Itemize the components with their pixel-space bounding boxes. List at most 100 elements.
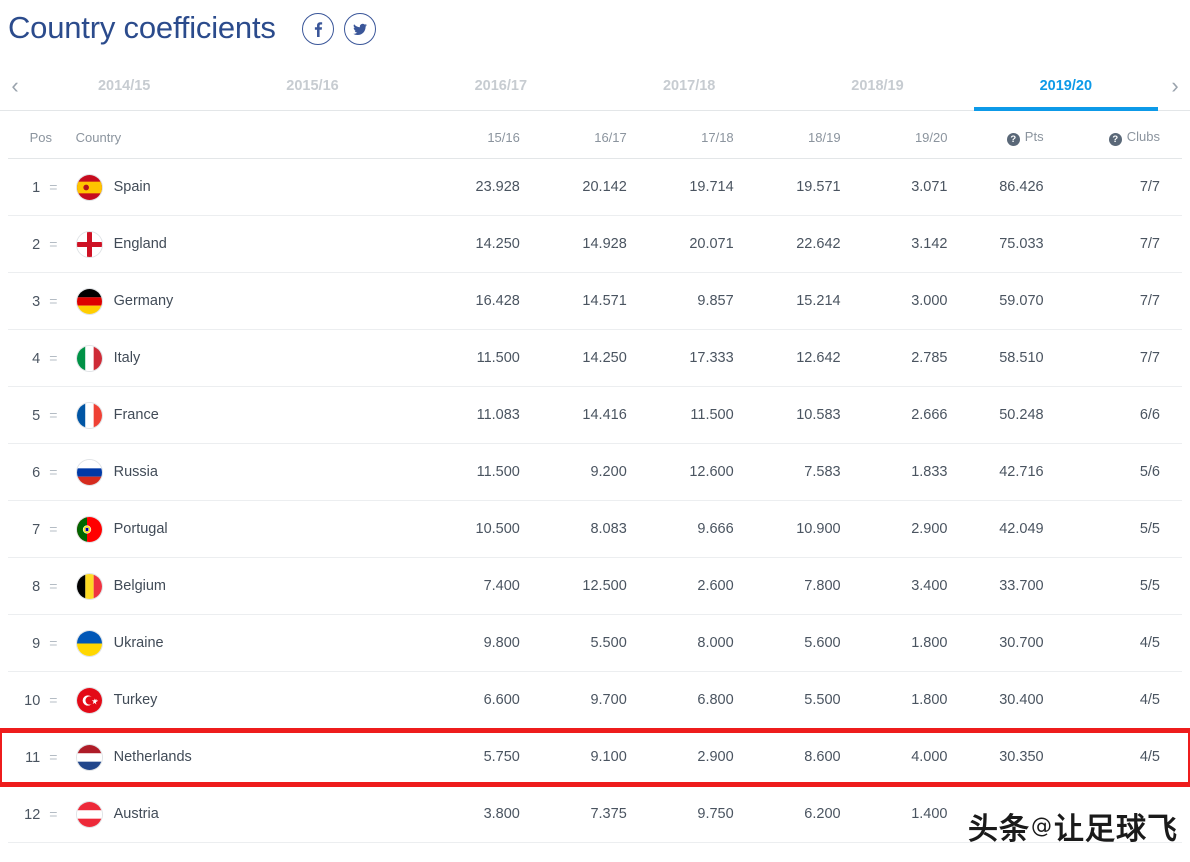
cell-points: 50.248 [957,386,1068,444]
row-country-cell[interactable]: Germany [73,272,423,330]
cell-season-17-18: 19.714 [636,158,744,216]
season-prev-arrow[interactable]: ‹ [0,74,30,97]
position-number: 2 [32,236,41,253]
row-position-cell: 2 = [8,215,74,273]
column-header-15-16[interactable]: 15/16 [422,111,530,159]
column-header-16-17[interactable]: 16/17 [529,111,637,159]
cell-season-17-18: 6.800 [636,671,744,729]
cell-season-17-18: 9.750 [636,785,744,843]
cell-season-19-20: 1.400 [850,785,958,843]
cell-points: 58.510 [957,329,1068,387]
cell-clubs: 5/5 [1067,500,1182,558]
row-country-cell[interactable]: England [73,215,423,273]
cell-season-18-19: 5.600 [743,614,851,672]
cell-season-18-19: 12.642 [743,329,851,387]
cell-season-19-20: 4.000 [850,728,958,786]
cell-clubs: 5/5 [1067,557,1182,615]
country-name: Italy [113,350,141,366]
cell-season-18-19: 15.214 [743,272,851,330]
column-header-pos[interactable]: Pos [8,111,74,159]
cell-clubs: 4/5 [1067,671,1182,729]
season-tab-2014-15[interactable]: 2014/15 [30,61,218,110]
table-header-row: Pos Country 15/16 16/17 17/18 18/19 19/2… [8,111,1182,159]
season-next-arrow[interactable]: › [1160,74,1190,97]
column-header-clubs[interactable]: ? Clubs [1067,111,1182,159]
flag-icon-fr [75,401,103,429]
table-row[interactable]: 5 = France 11.083 14.416 11.500 10.583 2.666 50.… [8,386,1182,444]
cell-season-16-17: 8.083 [529,500,637,558]
cell-season-18-19: 6.200 [743,785,851,843]
table-row[interactable]: 4 = Italy 11.500 14.250 17.333 12.642 2.785 58.5… [8,329,1182,387]
table-row[interactable]: 6 = Russia 11.500 9.200 12.600 7.583 1.833 42.71… [8,443,1182,501]
position-number: 4 [32,350,41,367]
country-name: Germany [113,293,174,309]
flag-icon-es [75,173,103,201]
table-row[interactable]: 3 = Germany 16.428 14.571 9.857 15.214 3.000 59.… [8,272,1182,330]
facebook-share-button[interactable] [301,12,334,45]
row-country-cell[interactable]: Turkey [73,671,423,729]
cell-season-16-17: 14.250 [529,329,637,387]
row-position-cell: 9 = [8,614,74,672]
season-tab-2016-17[interactable]: 2016/17 [407,61,595,110]
table-row[interactable]: 10 = Turkey 6.600 9.700 6.800 5.500 1.800 30.400… [8,671,1182,729]
clubs-header-label: Clubs [1126,129,1160,144]
pts-help-icon[interactable]: ? [1006,133,1020,146]
column-header-18-19[interactable]: 18/19 [743,111,851,159]
clubs-help-icon[interactable]: ? [1108,133,1122,146]
cell-season-19-20: 2.785 [850,329,958,387]
row-country-cell[interactable]: Spain [73,158,423,216]
row-country-cell[interactable]: Portugal [73,500,423,558]
season-tab-2019-20[interactable]: 2019/20 [972,61,1160,111]
cell-season-15-16: 11.500 [422,329,530,387]
season-tab-2017-18[interactable]: 2017/18 [595,61,783,110]
row-country-cell[interactable]: Italy [73,329,423,387]
row-country-cell[interactable]: Ukraine [73,614,423,672]
row-country-cell[interactable]: Austria [73,785,423,843]
twitter-share-button[interactable] [343,12,376,45]
country-name: Ukraine [113,635,164,651]
row-position-cell: 4 = [8,329,74,387]
table-row[interactable]: 2 = England 14.250 14.928 20.071 22.642 3.142 75… [8,215,1182,273]
cell-points: 75.033 [957,215,1068,273]
flag-icon-pt [75,515,103,543]
row-position-cell: 11 = [8,728,74,786]
cell-season-15-16: 7.400 [422,557,530,615]
season-tab-2015-16[interactable]: 2015/16 [218,61,406,110]
flag-icon-nl [75,743,103,771]
table-row[interactable]: 7 = Portugal 10.500 8.083 9.666 10.900 2.900 42.… [8,500,1182,558]
position-number: 6 [32,464,41,481]
table-row[interactable]: 8 = Belgium 7.400 12.500 2.600 7.800 3.400 33.70… [8,557,1182,615]
position-number: 7 [32,521,41,538]
cell-points: 30.700 [957,614,1068,672]
column-header-17-18[interactable]: 17/18 [636,111,744,159]
row-country-cell[interactable]: Belgium [73,557,423,615]
cell-season-17-18: 2.600 [636,557,744,615]
cell-season-19-20: 3.142 [850,215,958,273]
row-position-cell: 8 = [8,557,74,615]
row-country-cell[interactable]: Netherlands [73,728,423,786]
table-row[interactable]: 1 = Spain 23.928 20.142 19.714 19.571 3.071 86.4… [8,158,1182,216]
position-number: 3 [32,293,41,310]
cell-season-19-20: 3.000 [850,272,958,330]
season-tab-2018-19[interactable]: 2018/19 [783,61,971,110]
page-header: Country coefficients [0,0,1190,55]
row-position-cell: 10 = [8,671,74,729]
row-position-cell: 6 = [8,443,74,501]
column-header-19-20[interactable]: 19/20 [850,111,958,159]
cell-season-19-20: 3.400 [850,557,958,615]
position-number: 11 [25,749,41,766]
watermark-suffix: 让足球飞 [1054,812,1178,847]
table-row[interactable]: 9 = Ukraine 9.800 5.500 8.000 5.600 1.800 30.700… [8,614,1182,672]
column-header-country[interactable]: Country [73,111,423,159]
row-country-cell[interactable]: Russia [73,443,423,501]
position-trend-icon: = [49,634,58,651]
row-country-cell[interactable]: France [73,386,423,444]
cell-season-16-17: 14.416 [529,386,637,444]
watermark-prefix: 头条 [968,812,1030,847]
row-position-cell: 5 = [8,386,74,444]
cell-season-17-18: 11.500 [636,386,744,444]
table-row[interactable]: 11 = Netherlands 5.750 9.100 2.900 8.600 4.000 3… [8,728,1182,786]
cell-season-17-18: 9.666 [636,500,744,558]
column-header-pts[interactable]: ? Pts [957,111,1068,159]
twitter-icon [352,23,367,35]
